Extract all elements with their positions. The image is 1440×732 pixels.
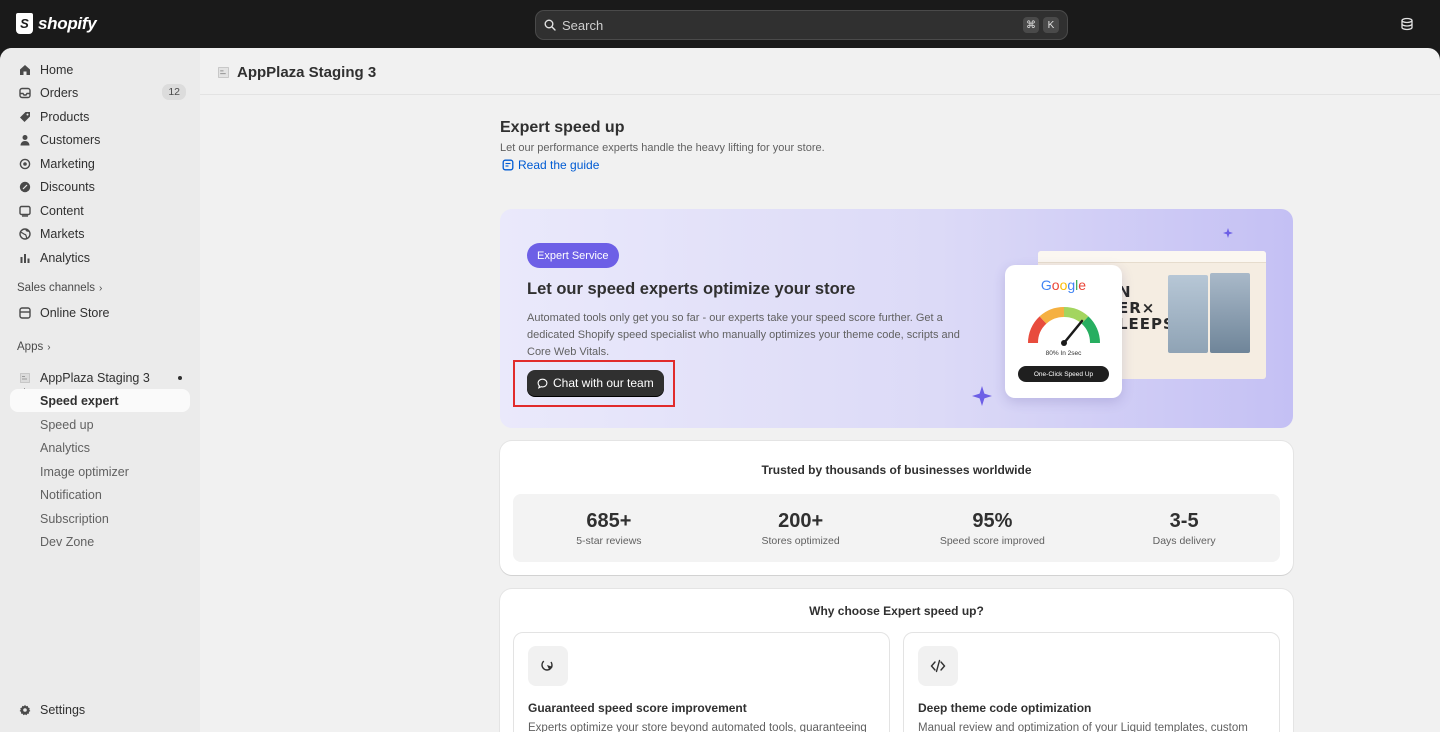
one-click-speed-up-badge: One-Click Speed Up [1018,366,1109,382]
stat-value: 95% [972,510,1013,532]
expert-service-banner: Expert Service Let our speed experts opt… [500,209,1293,428]
stat-item: 200+ Stores optimized [705,494,897,562]
search-input[interactable] [562,17,1019,33]
stat-label: Speed score improved [939,535,1045,547]
gauge-caption: 80% In 2sec [1045,350,1082,357]
sparkle-icon [1223,228,1233,238]
stat-value: 685+ [586,510,632,532]
feature-title: Deep theme code optimization [918,701,1092,715]
stat-item: 685+ 5-star reviews [513,494,705,562]
shopify-bag-icon: S [16,13,33,34]
stat-label: Stores optimized [761,535,840,547]
sparkle-icon [972,386,992,406]
brand-name: shopify [38,13,97,33]
stats-title: Trusted by thousands of businesses world… [761,463,1032,477]
why-choose-card: Why choose Expert speed up? Guaranteed s… [500,589,1293,732]
feature-description: Experts optimize your store beyond autom… [528,722,867,732]
cursor-click-icon [528,646,568,686]
feature-description: Manual review and optimization of your L… [918,722,1248,732]
store-database-icon[interactable] [1400,17,1414,31]
expert-service-badge: Expert Service [527,243,619,268]
why-title: Why choose Expert speed up? [809,604,984,618]
note-icon [502,159,514,171]
shortcut-key-cmd: ⌘ [1023,17,1039,33]
feature-title: Guaranteed speed score improvement [528,701,747,715]
stats-row: 685+ 5-star reviews 200+ Stores optimize… [513,494,1280,562]
shopify-logo[interactable]: S shopify [16,13,97,34]
stat-item: 95% Speed score improved [897,494,1089,562]
stat-item: 3-5 Days delivery [1088,494,1280,562]
read-guide-link[interactable]: Read the guide [502,158,599,172]
feature-card: Guaranteed speed score improvement Exper… [513,632,890,732]
main-content: Expert speed up Let our performance expe… [0,48,1440,732]
section-subtitle: Let our performance experts handle the h… [500,142,825,154]
read-guide-label: Read the guide [518,158,600,172]
stat-value: 3-5 [1169,510,1199,532]
search-bar[interactable]: ⌘ K [535,10,1068,40]
annotation-highlight-box [513,360,675,407]
trust-stats-card: Trusted by thousands of businesses world… [500,441,1293,575]
banner-description: Automated tools only get you so far - ou… [527,312,960,358]
stat-value: 200+ [778,510,824,532]
speed-gauge-icon [1027,306,1101,346]
banner-title: Let our speed experts optimize your stor… [527,280,856,298]
stat-label: Days delivery [1152,535,1216,547]
search-icon [544,19,556,31]
top-bar: S shopify ⌘ K [0,0,1440,48]
stat-label: 5-star reviews [576,535,642,547]
google-speed-card: Google 80% In 2sec One-Click Speed Up [1005,265,1122,398]
section-title: Expert speed up [500,119,625,136]
feature-card: Deep theme code optimization Manual revi… [903,632,1280,732]
shortcut-key-k: K [1043,17,1059,33]
code-icon [918,646,958,686]
google-logo: Google [1040,277,1087,293]
